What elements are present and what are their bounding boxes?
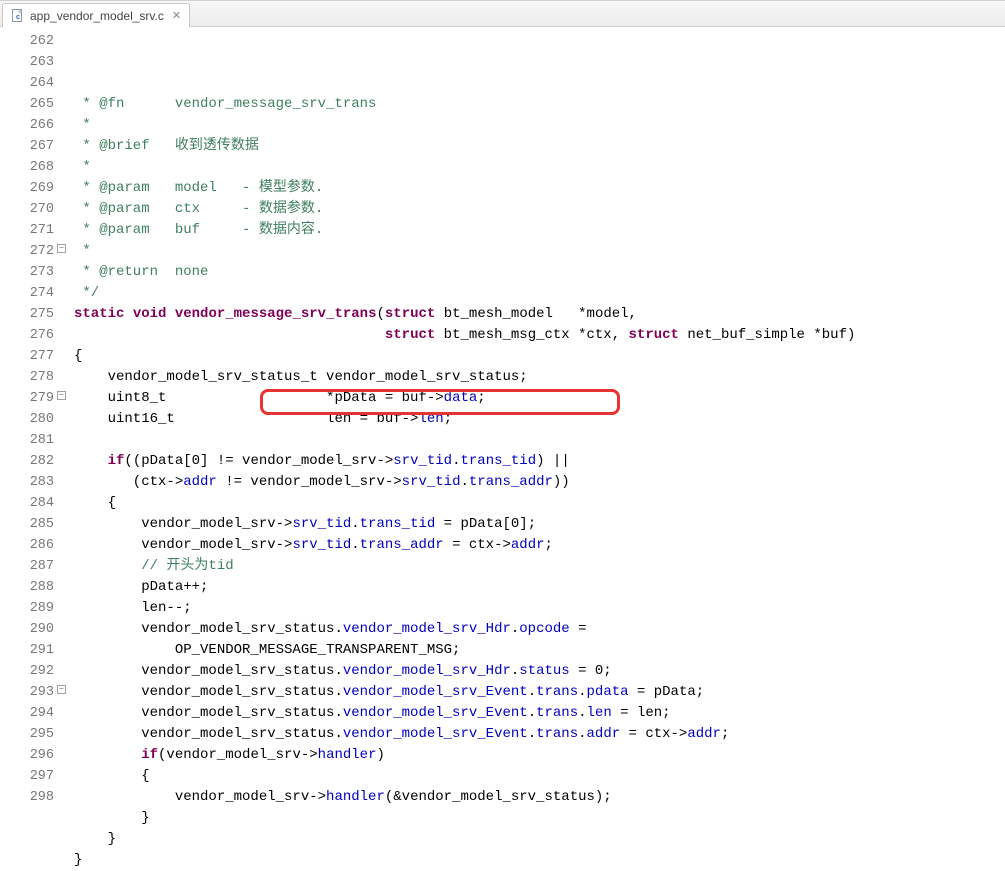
line-number: 292 [0,661,54,682]
code-line[interactable]: vendor_model_srv->srv_tid.trans_tid = pD… [74,514,1005,535]
line-number: 296 [0,745,54,766]
line-number: 268 [0,157,54,178]
line-number: 285 [0,514,54,535]
code-line[interactable]: } [74,808,1005,829]
code-line[interactable]: * @param model - 模型参数. [74,178,1005,199]
code-line[interactable]: { [74,493,1005,514]
code-line[interactable]: */ [74,283,1005,304]
code-line[interactable]: uint8_t *pData = buf->data; [74,388,1005,409]
line-number: 263 [0,52,54,73]
line-number: 262 [0,31,54,52]
line-number: 265 [0,94,54,115]
line-number: 269 [0,178,54,199]
code-line[interactable]: vendor_model_srv_status.vendor_model_srv… [74,724,1005,745]
line-number: 270 [0,199,54,220]
code-line[interactable]: * [74,115,1005,136]
code-line[interactable]: vendor_model_srv_status.vendor_model_srv… [74,682,1005,703]
line-number: 283 [0,472,54,493]
code-line[interactable]: } [74,850,1005,871]
line-number: 291 [0,640,54,661]
code-editor[interactable]: 262263264265266267268269270271272−273274… [0,27,1005,809]
code-line[interactable]: * @return none [74,262,1005,283]
line-number: 280 [0,409,54,430]
code-line[interactable]: vendor_model_srv_status.vendor_model_srv… [74,619,1005,640]
code-line[interactable]: * @param buf - 数据内容. [74,220,1005,241]
code-line[interactable]: OP_VENDOR_MESSAGE_TRANSPARENT_MSG; [74,640,1005,661]
line-number: 273 [0,262,54,283]
line-number: 289 [0,598,54,619]
line-number: 279− [0,388,54,409]
line-number: 287 [0,556,54,577]
code-line[interactable]: if((pData[0] != vendor_model_srv->srv_ti… [74,451,1005,472]
code-line[interactable]: * [74,241,1005,262]
code-line[interactable]: (ctx->addr != vendor_model_srv->srv_tid.… [74,472,1005,493]
code-line[interactable]: struct bt_mesh_msg_ctx *ctx, struct net_… [74,325,1005,346]
code-line[interactable]: { [74,346,1005,367]
line-number: 264 [0,73,54,94]
code-area[interactable]: * @fn vendor_message_srv_trans * * @brie… [60,27,1005,809]
code-line[interactable]: { [74,766,1005,787]
line-number: 272− [0,241,54,262]
code-line[interactable]: if(vendor_model_srv->handler) [74,745,1005,766]
c-file-icon: c [11,9,25,23]
code-line[interactable]: vendor_model_srv_status.vendor_model_srv… [74,703,1005,724]
code-line[interactable]: vendor_model_srv_status.vendor_model_srv… [74,661,1005,682]
svg-text:c: c [16,14,20,21]
line-number: 294 [0,703,54,724]
line-number: 281 [0,430,54,451]
code-line[interactable]: vendor_model_srv->handler(&vendor_model_… [74,787,1005,808]
line-number: 297 [0,766,54,787]
code-line[interactable]: * @brief 收到透传数据 [74,136,1005,157]
code-line[interactable]: static void vendor_message_srv_trans(str… [74,304,1005,325]
code-line[interactable]: * @fn vendor_message_srv_trans [74,94,1005,115]
code-line[interactable]: * [74,157,1005,178]
line-number: 282 [0,451,54,472]
editor-tab-bar: c app_vendor_model_srv.c ✕ [0,1,1005,27]
code-line[interactable]: // 开头为tid [74,556,1005,577]
line-number: 277 [0,346,54,367]
close-icon[interactable]: ✕ [172,9,181,22]
code-line[interactable]: uint16_t len = buf->len; [74,409,1005,430]
code-line[interactable]: } [74,829,1005,850]
line-number: 293− [0,682,54,703]
code-line[interactable] [74,430,1005,451]
line-number: 274 [0,283,54,304]
line-number: 266 [0,115,54,136]
line-number: 290 [0,619,54,640]
tab-filename: app_vendor_model_srv.c [30,9,164,23]
code-line[interactable]: len--; [74,598,1005,619]
line-number: 267 [0,136,54,157]
code-line[interactable]: vendor_model_srv->srv_tid.trans_addr = c… [74,535,1005,556]
line-number: 288 [0,577,54,598]
line-number: 286 [0,535,54,556]
line-number: 295 [0,724,54,745]
line-number: 275 [0,304,54,325]
line-number: 278 [0,367,54,388]
line-number-gutter: 262263264265266267268269270271272−273274… [0,27,60,809]
line-number: 276 [0,325,54,346]
editor-tab-active[interactable]: c app_vendor_model_srv.c ✕ [2,3,190,27]
code-line[interactable]: vendor_model_srv_status_t vendor_model_s… [74,367,1005,388]
line-number: 284 [0,493,54,514]
code-line[interactable]: * @param ctx - 数据参数. [74,199,1005,220]
code-line[interactable]: pData++; [74,577,1005,598]
line-number: 298 [0,787,54,808]
line-number: 271 [0,220,54,241]
